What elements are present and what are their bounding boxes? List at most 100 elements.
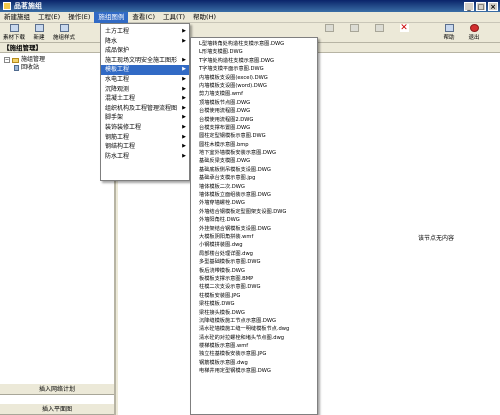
menu-item-settlement[interactable]: 沉降观测 ▶ [101,85,189,95]
menu-file-item[interactable]: 顶墙模板节点图.DWG [191,99,317,107]
menu-file-item[interactable]: 内墙模板支设图(word).DWG [191,82,317,90]
tree-view: − 施组管理 回收站 [0,53,114,72]
style-button[interactable]: 施组样式 [52,24,76,42]
menu-operate[interactable]: 操作(E) [64,12,94,23]
menu-item-formwork[interactable]: 模板工程 ▶ [101,65,189,75]
menu-file-item[interactable]: 柱模板安装图.JPG [191,292,317,300]
new-button[interactable]: 新建 [27,24,51,42]
delete-button[interactable]: ✕ [392,24,416,42]
title-bar: 品茗施组 _ □ × [0,0,500,12]
menu-item-protection[interactable]: 成品保护 [101,46,189,56]
menu-file-item[interactable]: 独立柱基模板安装示意图.JPG [191,350,317,358]
menu-file-item[interactable]: 地下室外墙模板安装示意图.DWG [191,149,317,157]
help-icon [444,24,454,32]
submenu-arrow-icon: ▶ [182,95,186,102]
app-icon [3,2,11,10]
tree-node-recycle-bin[interactable]: 回收站 [4,64,114,72]
menu-file-item[interactable]: 局部楼台处理详图.dwg [191,250,317,258]
menu-file-item[interactable]: 台模使用流程图.DWG [191,107,317,115]
menu-file-item[interactable]: 外墙结合钢模板定型图架支设图.DWG [191,208,317,216]
menu-project[interactable]: 工程(E) [34,12,64,23]
menu-view[interactable]: 查看(C) [128,12,159,23]
exit-icon [469,24,479,32]
menu-item-dewatering[interactable]: 降水 ▶ [101,37,189,47]
insert-floor-plan-button[interactable]: 插入平面图 [0,403,114,415]
menu-file-item[interactable]: 外墙阳角柱.DWG [191,216,317,224]
submenu-arrow-icon: ▶ [182,152,186,159]
menu-file-item[interactable]: L形墙支模图.DWG [191,48,317,56]
submenu-arrow-icon: ▶ [182,123,186,130]
menu-file-item[interactable]: T字墙支模平面示意图.DWG [191,65,317,73]
exit-button[interactable]: 退出 [462,24,486,42]
toolbar-icon [324,24,334,32]
menu-item-site-safety[interactable]: 施工现场文明安全施工图形 ▶ [101,56,189,66]
close-icon: ✕ [399,23,409,33]
legend-submenu: 土方工程 ▶ 降水 ▶ 成品保护 施工现场文明安全施工图形 ▶ 模板工程 ▶ 水电工程 ▶… [100,23,190,181]
menu-item-waterproof[interactable]: 防水工程 ▶ [101,152,189,162]
menu-file-item[interactable]: 板后浇带模板.DWG [191,267,317,275]
collapse-icon[interactable]: − [4,57,10,63]
menu-file-item[interactable]: 基础反梁支模图.DWG [191,157,317,165]
menu-file-item[interactable]: 内墙模板支设图(excel).DWG [191,74,317,82]
submenu-arrow-icon: ▶ [182,56,186,63]
menu-tools[interactable]: 工具(T) [159,12,189,23]
menu-file-item[interactable]: 小钢模拼装图.dwg [191,241,317,249]
menu-file-item[interactable]: 圆柱木模示意图.bmp [191,141,317,149]
menu-file-item[interactable]: 梁柱接头模板.DWG [191,309,317,317]
menu-file-item[interactable]: 墙体模板二次.DWG [191,183,317,191]
menu-help[interactable]: 帮助(H) [189,12,220,23]
menu-file-item[interactable]: 多型基础模板示意图.DWG [191,258,317,266]
menu-file-item[interactable]: 清水砼墙模施工缝一明缝模板节点.dwg [191,325,317,333]
close-button[interactable]: × [488,1,498,11]
menu-legend[interactable]: 施组图例 [94,11,129,23]
menu-file-item[interactable]: 台模使用流程图2.DWG [191,116,317,124]
material-download-button[interactable]: 素材下载 [2,24,26,42]
submenu-arrow-icon: ▶ [182,37,186,44]
menu-file-item[interactable]: 楼梯模板示意图.wmf [191,342,317,350]
menu-file-item[interactable]: T字墙处构造柱支模示意图.DWG [191,57,317,65]
menu-file-item[interactable]: 清水砼的对拉螺栓和堵头节点图.dwg [191,334,317,342]
menu-file-item[interactable]: 墙体模板立面组装示意图.DWG [191,191,317,199]
menu-file-item[interactable]: 外墙穿墙螺栓.DWG [191,199,317,207]
menu-item-mep[interactable]: 水电工程 ▶ [101,75,189,85]
toolbar-icon-1[interactable] [317,24,341,42]
menu-item-decoration[interactable]: 装饰装修工程 ▶ [101,123,189,133]
menu-file-item[interactable]: 圆柱定型钢模板示意图.DWG [191,132,317,140]
menu-file-item[interactable]: 外挂架结合钢模板支设图.DWG [191,225,317,233]
maximize-button[interactable]: □ [476,1,486,11]
insert-network-plan-button[interactable]: 插入网络计划 [0,383,114,395]
submenu-arrow-icon: ▶ [182,133,186,140]
help-button[interactable]: 帮助 [437,24,461,42]
menu-item-rebar[interactable]: 钢筋工程 ▶ [101,133,189,143]
menu-item-scaffold[interactable]: 脚手架 ▶ [101,113,189,123]
menu-file-item[interactable]: 钢筋模板示意图.dwg [191,359,317,367]
recycle-bin-icon [14,65,19,71]
submenu-arrow-icon: ▶ [182,85,186,92]
menu-file-item[interactable]: 台模支撑布置图.DWG [191,124,317,132]
menu-file-item[interactable]: 沉降缝模板施工节点示意图.DWG [191,317,317,325]
menu-item-concrete[interactable]: 混凝土工程 ▶ [101,94,189,104]
menu-bar: 新建施组 工程(E) 操作(E) 施组图例 查看(C) 工具(T) 帮助(H) [0,11,500,23]
tree-node-root[interactable]: − 施组管理 [4,56,114,64]
left-panel: 【施组管理】 − 施组管理 回收站 插入网络计划 插入平面图 [0,44,116,415]
toolbar-icon-2[interactable] [342,24,366,42]
menu-file-item[interactable]: L型墙转角处构造柱支模示意图.DWG [191,40,317,48]
menu-file-item[interactable]: 板模板支撑示意图.BMP [191,275,317,283]
menu-file-item[interactable]: 梁柱模板.DWG [191,300,317,308]
menu-file-item[interactable]: 剪力墙支模图.wmf [191,90,317,98]
menu-file-item[interactable]: 柱模二次支设示意图.DWG [191,283,317,291]
menu-file-item[interactable]: 基础承台支模示意图.jpg [191,174,317,182]
submenu-arrow-icon: ▶ [182,143,186,150]
menu-file-item[interactable]: 大模板阴阳角拼装.wmf [191,233,317,241]
menu-file-item[interactable]: 基础底板侧吊模板支设图.DWG [191,166,317,174]
menu-file-item[interactable]: 电梯井用定型钢模示意图.DWG [191,367,317,375]
menu-item-earthwork[interactable]: 土方工程 ▶ [101,27,189,37]
menu-item-organization[interactable]: 组织机构及工程管理流程图 ▶ [101,104,189,114]
submenu-arrow-icon: ▶ [182,28,186,34]
folder-icon [12,57,19,63]
toolbar-icon-3[interactable] [367,24,391,42]
submenu-arrow-icon: ▶ [182,114,186,121]
minimize-button[interactable]: _ [464,1,474,11]
menu-new[interactable]: 新建施组 [0,12,34,23]
menu-item-steel[interactable]: 钢结构工程 ▶ [101,142,189,152]
